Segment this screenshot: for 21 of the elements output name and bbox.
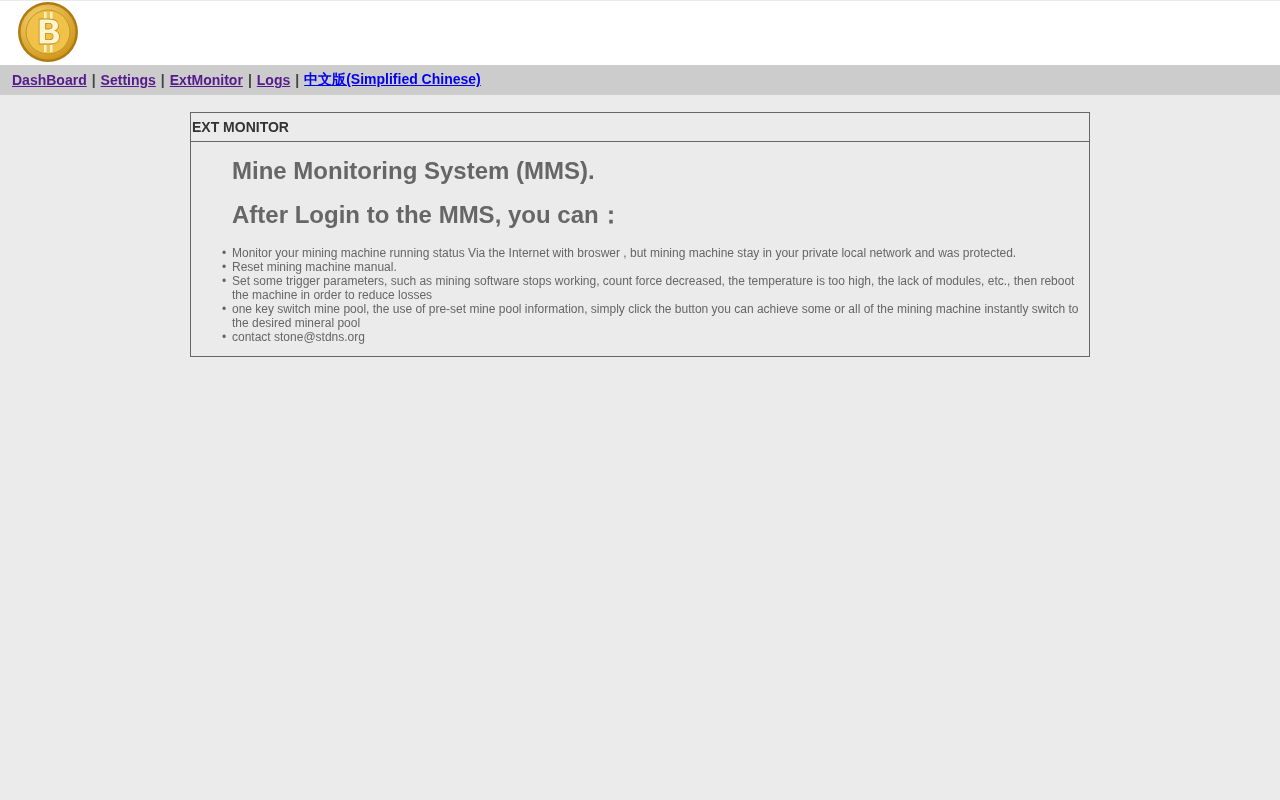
nav-separator: | — [247, 72, 252, 88]
nav-link[interactable]: ExtMonitor — [169, 72, 243, 88]
list-item-text: Monitor your mining machine running status Via the Internet with broswer , but mining machine stay in your private local network and was protected. — [232, 246, 1017, 260]
list-item-text: contact stone@stdns.org — [232, 330, 365, 344]
nav-link[interactable]: DashBoard — [12, 72, 87, 88]
bullet: • — [220, 302, 228, 318]
nav-separator: | — [160, 72, 165, 88]
nav-separator: | — [91, 72, 96, 88]
heading: After Login to the MMS, you can： — [232, 202, 624, 228]
bullet: • — [220, 330, 228, 344]
bullet: • — [220, 274, 228, 290]
heading: Mine Monitoring System (MMS). — [232, 158, 596, 184]
list-item-text: Reset mining machine manual. — [232, 260, 397, 274]
nav-link[interactable]: Settings — [100, 72, 156, 88]
bullet: • — [220, 260, 228, 274]
bitcoin-logo: B — [17, 1, 79, 63]
nav-separator: | — [295, 72, 300, 88]
nav-link[interactable]: 中文版(Simplified Chinese) — [304, 71, 481, 89]
panel-title: EXT MONITOR — [191, 113, 1089, 142]
nav-link[interactable]: Logs — [256, 72, 291, 88]
bullet: • — [220, 246, 228, 260]
